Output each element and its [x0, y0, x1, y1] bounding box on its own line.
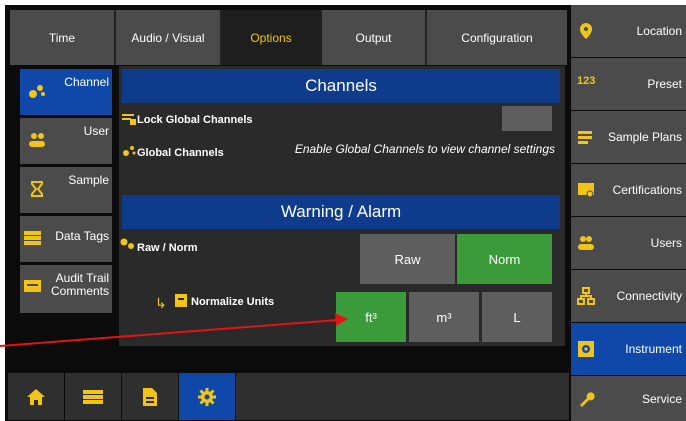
annotation-arrow: [0, 313, 348, 347]
